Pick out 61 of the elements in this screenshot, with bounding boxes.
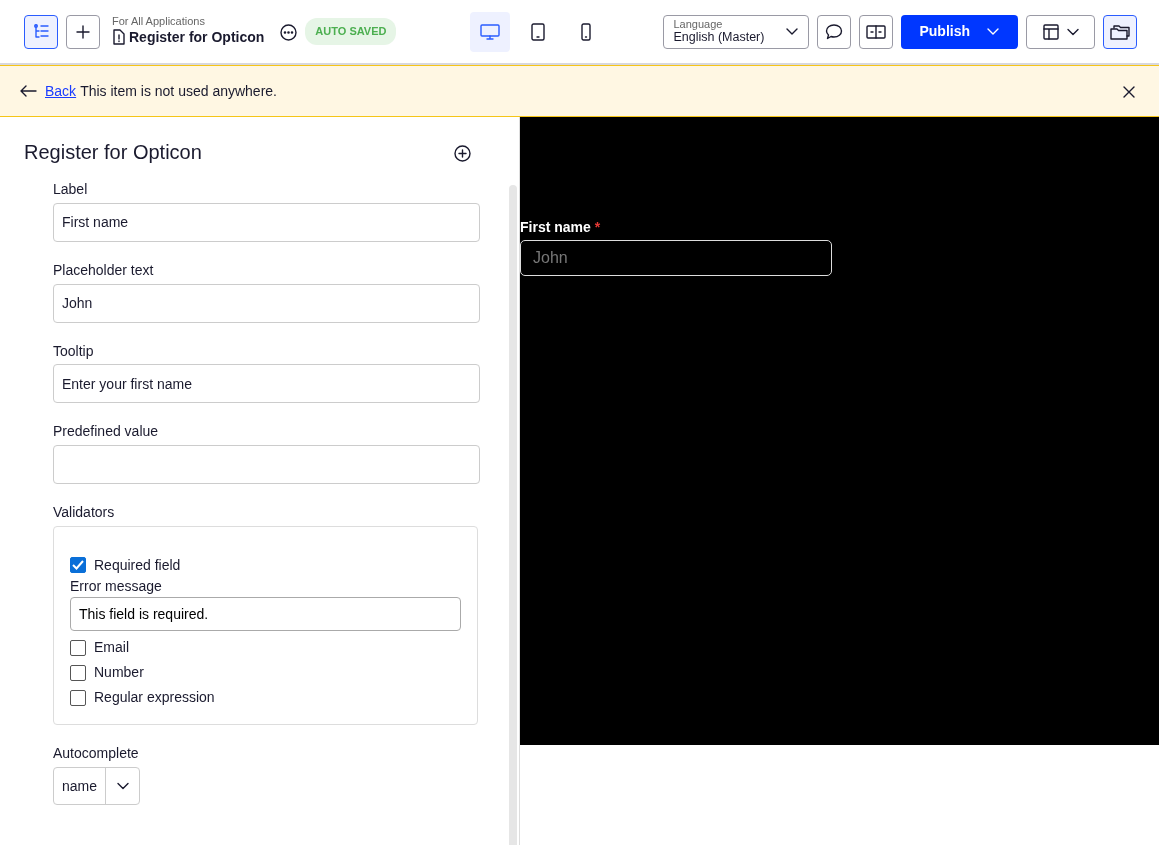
text-field[interactable]: This field is required. <box>70 597 461 632</box>
speech-bubble-icon <box>825 23 844 40</box>
checkbox-label: Required field <box>94 556 181 575</box>
layout-icon <box>1042 23 1059 40</box>
document-icon <box>112 29 125 45</box>
ellipsis-icon <box>280 23 298 41</box>
more-button[interactable] <box>280 21 298 42</box>
desktop-icon <box>480 23 501 40</box>
folder-button[interactable] <box>1103 14 1137 49</box>
plus-circle-icon <box>454 145 471 163</box>
split-view-icon <box>866 24 887 39</box>
field-label: Placeholder text <box>53 261 155 279</box>
breadcrumb-text: For All Applications <box>112 15 206 27</box>
field-label: Tooltip <box>53 342 95 360</box>
plus-icon <box>75 23 91 40</box>
autocomplete-select[interactable]: name <box>53 767 140 806</box>
checkbox[interactable] <box>70 690 86 706</box>
field-label: Label <box>53 181 89 198</box>
device-tab[interactable] <box>470 11 511 52</box>
checkbox-label: Regular expression <box>94 688 215 708</box>
language-select[interactable]: Language English (Master) <box>663 14 810 49</box>
language-label: Language <box>673 17 724 31</box>
field-label: Autocomplete <box>53 745 140 763</box>
folders-icon <box>1110 23 1130 40</box>
chevron-icon <box>1066 27 1079 36</box>
chevron-icon <box>986 27 1000 36</box>
chevron-icon <box>116 782 129 791</box>
checkbox-label: Number <box>94 663 144 683</box>
text-field[interactable]: John <box>53 283 480 323</box>
page-title: Register for Opticon <box>129 27 265 47</box>
scrollbar[interactable] <box>509 185 517 845</box>
preview-input[interactable]: John <box>520 240 832 276</box>
checkbox[interactable] <box>70 640 86 656</box>
layout-button[interactable] <box>1026 14 1095 49</box>
chevron-icon <box>785 27 800 36</box>
text-field[interactable]: First name <box>53 202 480 242</box>
field-label: Validators <box>53 504 116 521</box>
back-link[interactable]: Back <box>45 80 77 102</box>
tree-icon <box>32 22 50 41</box>
panel-title: Register for Opticon <box>24 140 202 165</box>
checkbox-label: Email <box>94 638 129 658</box>
text-field[interactable] <box>53 445 480 485</box>
publish-button[interactable]: Publish <box>901 14 1018 49</box>
language-value: English (Master) <box>673 30 766 46</box>
field-label: Error message <box>70 578 163 596</box>
status-badge: AUTO SAVED <box>305 18 397 45</box>
add-button[interactable] <box>66 14 100 49</box>
phone-icon <box>581 22 592 41</box>
preview-label: First name * <box>520 218 602 237</box>
notice-text: This item is not used anywhere. <box>80 81 277 101</box>
compare-button[interactable] <box>859 14 894 49</box>
text-field[interactable]: Enter your first name <box>53 364 480 404</box>
required-asterisk: * <box>594 219 601 235</box>
back-arrow-icon <box>20 85 37 97</box>
close-icon <box>1123 85 1135 98</box>
checkbox[interactable] <box>70 557 86 574</box>
comment-button[interactable] <box>817 14 852 49</box>
tablet-icon <box>531 22 546 41</box>
checkbox[interactable] <box>70 665 86 681</box>
field-label: Predefined value <box>53 423 160 441</box>
tree-view-button[interactable] <box>24 14 58 49</box>
